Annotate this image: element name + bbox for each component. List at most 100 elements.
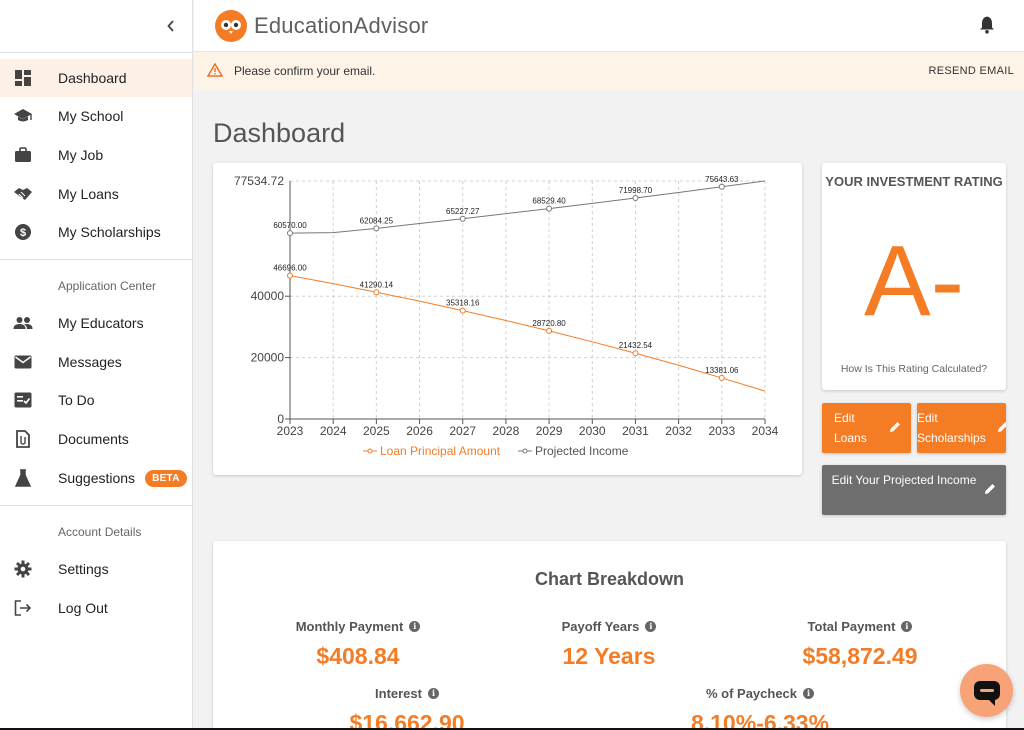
sidebar-item-documents[interactable]: Documents xyxy=(0,420,192,458)
info-icon[interactable]: i xyxy=(427,688,439,699)
metric-label: Interest xyxy=(375,686,422,701)
info-icon[interactable]: i xyxy=(803,688,815,699)
investment-rating-card: YOUR INVESTMENT RATING A- How Is This Ra… xyxy=(822,163,1006,390)
x-tick-label: 2033 xyxy=(708,424,735,438)
x-tick-label: 2025 xyxy=(363,424,390,438)
pencil-icon xyxy=(890,422,900,432)
legend-swatch-point xyxy=(522,448,528,454)
button-label: Edit Your Projected Income xyxy=(831,473,977,487)
svg-text:$: $ xyxy=(20,227,26,239)
metric-value: 12 Years xyxy=(562,643,656,669)
data-point xyxy=(287,272,293,279)
sidebar-item-suggestions[interactable]: Suggestions BETA xyxy=(0,459,192,497)
y-tick-label: 40000 xyxy=(251,289,285,303)
metric-interest: Interest i $16,662.90 xyxy=(307,686,507,730)
sidebar-item-my-loans[interactable]: My Loans xyxy=(0,175,192,213)
collapse-sidebar-button[interactable] xyxy=(160,14,182,38)
metric-percent-of-paycheck: % of Paycheck i 8.10%-6.33% xyxy=(660,686,860,730)
sidebar-item-my-job[interactable]: My Job xyxy=(0,136,192,174)
sidebar-item-label: Documents xyxy=(58,431,129,447)
metric-monthly-payment: Monthly Payment i $408.84 xyxy=(258,619,458,670)
button-label: Edit Scholarships xyxy=(917,411,986,445)
app-logo[interactable]: EducationAdvisor xyxy=(214,9,428,43)
x-tick-label: 2027 xyxy=(449,424,476,438)
metric-value: $16,662.90 xyxy=(349,710,465,730)
line-chart: 2023 2024 2025 2026 2027 2028 2029 2030 2031 2032… xyxy=(234,174,779,458)
legend-label: Projected Income xyxy=(535,444,629,458)
info-icon[interactable]: i xyxy=(409,621,421,632)
sidebar-item-my-school[interactable]: My School xyxy=(0,97,192,135)
info-icon[interactable]: i xyxy=(901,621,913,632)
loan-income-chart-card: 2023 2024 2025 2026 2027 2028 2029 2030 2031 2032… xyxy=(213,163,802,475)
flask-icon xyxy=(13,468,33,488)
x-tick-label: 2024 xyxy=(320,424,347,438)
divider xyxy=(0,52,193,53)
metric-value: 8.10%-6.33% xyxy=(690,710,830,730)
button-label: Edit Loans xyxy=(834,411,867,445)
sidebar-item-log-out[interactable]: Log Out xyxy=(0,589,192,627)
data-point xyxy=(459,307,466,314)
x-tick-label: 2032 xyxy=(665,424,692,438)
series-line-loan-principal xyxy=(289,275,766,392)
dashboard-icon xyxy=(13,68,33,88)
people-icon xyxy=(13,313,33,333)
data-label: 35318.16 xyxy=(446,299,480,308)
sidebar-item-label: Settings xyxy=(58,561,109,577)
sidebar-item-label: My Scholarships xyxy=(58,224,161,240)
metric-total-payment: Total Payment i $58,872.49 xyxy=(760,619,960,670)
sidebar-item-to-do[interactable]: To Do xyxy=(0,381,192,419)
briefcase-icon xyxy=(13,145,33,165)
divider xyxy=(0,505,193,506)
resend-email-button[interactable]: RESEND EMAIL xyxy=(928,65,1014,77)
metric-value: $58,872.49 xyxy=(802,643,918,669)
data-point xyxy=(373,289,380,296)
data-point xyxy=(373,225,380,232)
metric-label: % of Paycheck xyxy=(705,686,798,701)
metric-payoff-years: Payoff Years i 12 Years xyxy=(509,619,709,670)
sidebar-item-messages[interactable]: Messages xyxy=(0,343,192,381)
edit-projected-income-button[interactable]: Edit Your Projected Income xyxy=(822,465,1006,515)
email-confirm-banner: Please confirm your email. RESEND EMAIL xyxy=(194,52,1024,90)
sidebar-item-dashboard[interactable]: Dashboard xyxy=(0,59,192,97)
metric-label: Payoff Years xyxy=(561,619,640,634)
x-tick-label: 2023 xyxy=(277,424,304,438)
dollar-circle-icon: $ xyxy=(13,222,33,242)
info-icon[interactable]: i xyxy=(645,621,657,632)
data-label: 46696.00 xyxy=(273,264,307,273)
metric-label: Total Payment xyxy=(807,619,896,634)
edit-scholarships-button[interactable]: Edit Scholarships xyxy=(917,403,1006,453)
metric-label: Monthly Payment xyxy=(295,619,404,634)
rating-calculation-link[interactable]: How Is This Rating Calculated? xyxy=(822,360,1006,378)
data-label: 75643.63 xyxy=(705,175,739,184)
sidebar-item-label: To Do xyxy=(58,392,95,408)
logout-icon xyxy=(13,598,33,618)
sidebar-item-my-educators[interactable]: My Educators xyxy=(0,304,192,342)
edit-loans-button[interactable]: Edit Loans xyxy=(822,403,911,453)
data-point xyxy=(632,194,639,201)
sidebar-item-my-scholarships[interactable]: $ My Scholarships xyxy=(0,213,192,251)
data-point xyxy=(459,215,466,222)
sidebar-item-label: Dashboard xyxy=(58,70,127,86)
chat-button[interactable] xyxy=(960,664,1013,717)
data-point xyxy=(718,183,725,190)
data-point xyxy=(632,350,639,357)
rating-grade: A- xyxy=(864,225,964,337)
data-label: 28720.80 xyxy=(532,319,566,328)
divider xyxy=(0,259,193,260)
notifications-button[interactable] xyxy=(979,15,995,39)
data-point xyxy=(718,374,725,381)
sidebar-item-settings[interactable]: Settings xyxy=(0,550,192,588)
app-name: EducationAdvisor xyxy=(254,13,429,38)
y-max-label: 77534.72 xyxy=(234,174,284,188)
x-tick-label: 2031 xyxy=(622,424,649,438)
document-icon xyxy=(13,429,33,449)
mail-icon xyxy=(13,352,33,372)
pencil-icon xyxy=(998,422,1006,432)
school-icon xyxy=(13,106,33,126)
gear-icon xyxy=(13,559,33,579)
chevron-left-icon xyxy=(167,20,174,32)
sidebar-item-label: My Loans xyxy=(58,186,119,202)
rating-title: YOUR INVESTMENT RATING xyxy=(825,174,1003,189)
pencil-icon xyxy=(985,484,995,494)
data-label: 68529.40 xyxy=(532,197,566,206)
